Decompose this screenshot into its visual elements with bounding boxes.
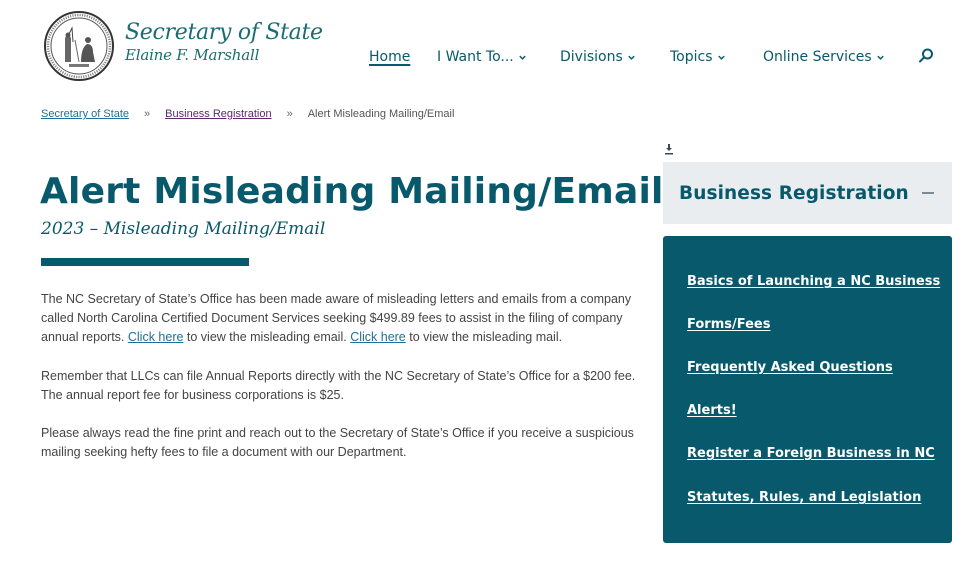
- chevron-down-icon: [519, 55, 526, 60]
- sidebar-section-toggle[interactable]: Business Registration: [663, 162, 952, 224]
- chevron-down-icon: [628, 55, 635, 60]
- sidebar-link-statutes[interactable]: Statutes, Rules, and Legislation: [687, 489, 921, 507]
- nav-i-want-to-label: I Want To...: [437, 49, 514, 65]
- sidebar-link-alerts[interactable]: Alerts!: [687, 402, 737, 420]
- paragraph-fine-print: Please always read the fine print and re…: [41, 426, 634, 459]
- nav-topics-label: Topics: [670, 49, 713, 65]
- brand[interactable]: Secretary of State Elaine F. Marshall: [125, 20, 323, 63]
- nav-topics[interactable]: Topics: [670, 46, 726, 68]
- search-icon[interactable]: [917, 47, 935, 65]
- sidebar-links-panel: Basics of Launching a NC Business Forms/…: [663, 236, 952, 543]
- paragraph-misleading-notice: The NC Secretary of State’s Office has b…: [41, 290, 646, 347]
- breadcrumb-link-business-registration[interactable]: Business Registration: [165, 107, 271, 121]
- paragraph-text: to view the misleading mail.: [405, 330, 563, 344]
- paragraph-annual-report-fees: Remember that LLCs can file Annual Repor…: [41, 369, 636, 402]
- sidebar-link-faq[interactable]: Frequently Asked Questions: [687, 359, 893, 377]
- sidebar-link-foreign-business[interactable]: Register a Foreign Business in NC: [687, 445, 935, 463]
- sidebar-section-title: Business Registration: [679, 182, 909, 204]
- brand-subtitle: Elaine F. Marshall: [125, 46, 260, 64]
- title-divider: [41, 258, 249, 266]
- breadcrumb-link-secretary-of-state[interactable]: Secretary of State: [41, 107, 129, 121]
- misleading-mail-link[interactable]: Click here: [350, 330, 406, 344]
- chevron-down-icon: [717, 55, 725, 60]
- nav-online-services-label: Online Services: [763, 49, 872, 65]
- sidebar-link-forms-fees[interactable]: Forms/Fees: [687, 316, 770, 334]
- page-title: Alert Misleading Mailing/Email: [40, 171, 664, 212]
- nav-online-services[interactable]: Online Services: [763, 46, 885, 68]
- nav-home-label: Home: [369, 49, 411, 65]
- chevron-down-icon: [876, 55, 884, 60]
- minus-icon: [922, 192, 934, 194]
- nav-i-want-to[interactable]: I Want To...: [437, 46, 527, 68]
- download-icon[interactable]: [664, 143, 674, 155]
- nav-divisions-label: Divisions: [560, 49, 623, 65]
- misleading-email-link[interactable]: Click here: [128, 330, 184, 344]
- nav-home[interactable]: Home: [369, 46, 410, 68]
- site-header: Secretary of State Elaine F. Marshall Ho…: [0, 0, 963, 92]
- breadcrumb: Secretary of State » Business Registrati…: [41, 107, 454, 121]
- nc-state-seal-logo[interactable]: [43, 10, 115, 82]
- page-subtitle: 2023 – Misleading Mailing/Email: [41, 219, 326, 239]
- breadcrumb-separator: »: [144, 108, 151, 120]
- sidebar-link-basics[interactable]: Basics of Launching a NC Business: [687, 273, 940, 291]
- nav-divisions[interactable]: Divisions: [560, 46, 636, 68]
- brand-title: Secretary of State: [125, 20, 323, 45]
- breadcrumb-separator: »: [286, 108, 293, 120]
- breadcrumb-current: Alert Misleading Mailing/Email: [307, 108, 455, 120]
- paragraph-text: to view the misleading email.: [183, 330, 351, 344]
